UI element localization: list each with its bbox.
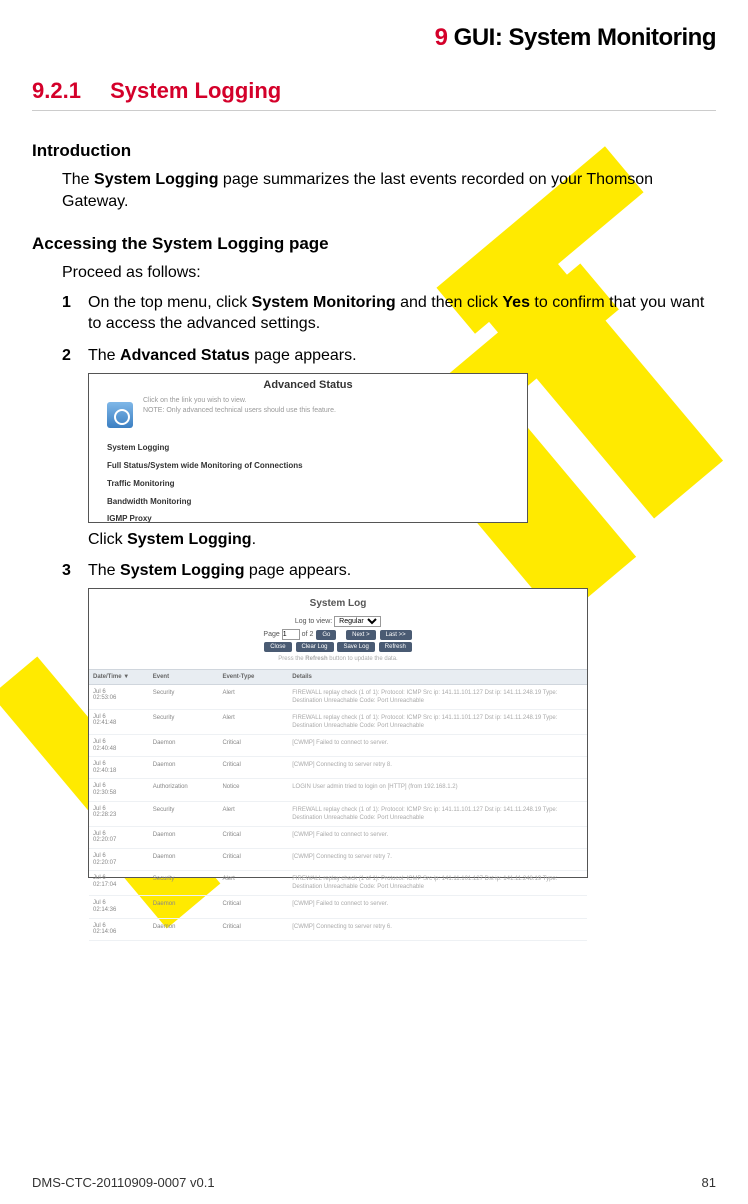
table-row: Jul 6 02:17:04SecurityAlertFIREWALL repl… <box>89 871 587 896</box>
table-row: Jul 6 02:40:48DaemonCritical[CWMP] Faile… <box>89 735 587 757</box>
page-input <box>282 629 300 640</box>
step-3: 3 The System Logging page appears. Syste… <box>62 560 716 878</box>
table-row: Jul 6 02:14:06DaemonCritical[CWMP] Conne… <box>89 918 587 940</box>
chapter-number: 9 <box>435 24 448 51</box>
access-lead: Proceed as follows: <box>62 262 716 284</box>
intro-paragraph: The System Logging page summarizes the l… <box>62 169 716 212</box>
shot2-title: System Log <box>89 589 587 615</box>
shot2-controls: Log to view: Regular Page of 2 Go Next >… <box>89 616 587 652</box>
shot1-note-b: NOTE: Only advanced technical users shou… <box>143 406 527 415</box>
steps-list: 1 On the top menu, click System Monitori… <box>62 292 716 878</box>
step-2: 2 The Advanced Status page appears. Adva… <box>62 345 716 550</box>
footer-page-number: 81 <box>702 1175 716 1190</box>
step-1: 1 On the top menu, click System Monitori… <box>62 292 716 335</box>
table-row: Jul 6 02:28:23SecurityAlertFIREWALL repl… <box>89 801 587 826</box>
go-button: Go <box>316 630 336 640</box>
link-traffic-monitoring: Traffic Monitoring <box>107 479 527 490</box>
table-row: Jul 6 02:30:58AuthorizationNoticeLOGIN U… <box>89 779 587 801</box>
shot1-title: Advanced Status <box>89 374 527 397</box>
footer-doc-id: DMS-CTC-20110909-0007 v0.1 <box>32 1175 215 1190</box>
refresh-button: Refresh <box>379 642 412 652</box>
chapter-title: GUI: System Monitoring <box>454 24 716 51</box>
chapter-header: 9 GUI: System Monitoring <box>32 24 716 52</box>
col-event: Event <box>149 669 219 684</box>
section-heading: 9.2.1 System Logging <box>32 78 716 111</box>
table-row: Jul 6 02:20:07DaemonCritical[CWMP] Conne… <box>89 848 587 870</box>
log-view-select: Regular <box>334 616 381 627</box>
system-log-screenshot: System Log Log to view: Regular Page of … <box>88 588 588 878</box>
shot2-hint: Press the Refresh button to update the d… <box>89 655 587 663</box>
close-button: Close <box>264 642 291 652</box>
advanced-status-screenshot: Advanced Status Click on the link you wi… <box>88 373 528 523</box>
table-row: Jul 6 02:14:36DaemonCritical[CWMP] Faile… <box>89 896 587 918</box>
clear-log-button: Clear Log <box>296 642 334 652</box>
info-icon <box>107 402 133 428</box>
link-full-status: Full Status/System wide Monitoring of Co… <box>107 461 527 472</box>
shot1-note-a: Click on the link you wish to view. <box>143 396 527 405</box>
table-row: Jul 6 02:53:06SecurityAlertFIREWALL repl… <box>89 684 587 709</box>
col-details: Details <box>288 669 587 684</box>
access-head: Accessing the System Logging page <box>32 234 716 254</box>
last-button: Last >> <box>380 630 412 640</box>
col-event-type: Event-Type <box>218 669 288 684</box>
col-datetime: Date/Time ▼ <box>89 669 149 684</box>
next-button: Next > <box>346 630 376 640</box>
intro-head: Introduction <box>32 141 716 161</box>
step-2-click: Click System Logging. <box>88 529 716 551</box>
save-log-button: Save Log <box>337 642 374 652</box>
section-number: 9.2.1 <box>32 78 104 104</box>
section-title: System Logging <box>110 78 281 103</box>
table-row: Jul 6 02:20:07DaemonCritical[CWMP] Faile… <box>89 826 587 848</box>
log-table: Date/Time ▼ Event Event-Type Details Jul… <box>89 669 587 941</box>
link-bandwidth-monitoring: Bandwidth Monitoring <box>107 497 527 508</box>
page-footer: DMS-CTC-20110909-0007 v0.1 81 <box>32 1174 716 1190</box>
shot1-links: System Logging Full Status/System wide M… <box>107 443 527 525</box>
table-row: Jul 6 02:41:48SecurityAlertFIREWALL repl… <box>89 709 587 734</box>
link-igmp-proxy: IGMP Proxy <box>107 514 527 525</box>
link-system-logging: System Logging <box>107 443 527 454</box>
table-row: Jul 6 02:40:18DaemonCritical[CWMP] Conne… <box>89 757 587 779</box>
